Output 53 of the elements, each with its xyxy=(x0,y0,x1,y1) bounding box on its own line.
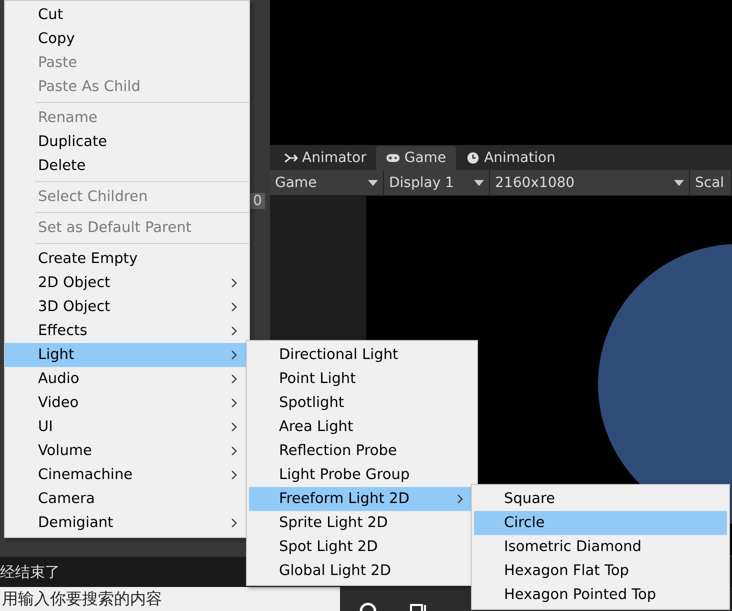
chevron-right-icon xyxy=(231,398,237,408)
status-text: 经结束了 xyxy=(0,562,60,582)
menu-item[interactable]: 2D Object xyxy=(5,271,249,295)
menu-item[interactable]: Video xyxy=(5,391,249,415)
editor-tab[interactable]: Animation xyxy=(456,146,566,170)
menu-item[interactable]: Cinemachine xyxy=(5,463,249,487)
editor-tab[interactable]: Animator xyxy=(274,146,376,170)
chevron-right-icon xyxy=(231,470,237,480)
caret-icon xyxy=(368,180,378,186)
menu-item[interactable]: Directional Light xyxy=(249,343,475,367)
menu-item[interactable]: Sprite Light 2D xyxy=(249,511,475,535)
menu-item[interactable]: Global Light 2D xyxy=(249,559,475,583)
menu-item[interactable]: Reflection Probe xyxy=(249,439,475,463)
caret-icon xyxy=(674,180,684,186)
menu-item[interactable]: Spot Light 2D xyxy=(249,535,475,559)
menu-item[interactable]: Circle xyxy=(474,511,727,535)
menu-item[interactable]: Audio xyxy=(5,367,249,391)
editor-tab[interactable]: Game xyxy=(376,146,456,170)
menu-item[interactable]: Effects xyxy=(5,319,249,343)
menu-item[interactable]: Cut xyxy=(5,3,249,27)
chevron-right-icon xyxy=(231,518,237,528)
chevron-right-icon xyxy=(231,350,237,360)
menu-item[interactable]: Copy xyxy=(5,27,249,51)
caret-icon xyxy=(474,180,484,186)
menu-item[interactable]: Duplicate xyxy=(5,130,249,154)
menu-item[interactable]: Volume xyxy=(5,439,249,463)
clock-icon xyxy=(466,152,480,164)
menu-item[interactable]: Light xyxy=(5,343,249,367)
menu-item[interactable]: Camera xyxy=(5,487,249,511)
menu-item[interactable]: UI xyxy=(5,415,249,439)
menu-item[interactable]: Hexagon Pointed Top xyxy=(474,583,727,607)
chevron-right-icon xyxy=(231,278,237,288)
menu-item[interactable]: Isometric Diamond xyxy=(474,535,727,559)
chevron-right-icon xyxy=(231,326,237,336)
search-field[interactable]: 用输入你要搜索的内容 xyxy=(0,587,340,611)
menu-item[interactable]: 3D Object xyxy=(5,295,249,319)
menu-item[interactable]: Area Light xyxy=(249,415,475,439)
animator-icon xyxy=(284,152,298,164)
chevron-right-icon xyxy=(231,446,237,456)
menu-item[interactable]: Create Empty xyxy=(5,247,249,271)
menu-item[interactable]: Square xyxy=(474,487,727,511)
chevron-right-icon xyxy=(231,374,237,384)
menu-item[interactable]: Light Probe Group xyxy=(249,463,475,487)
menu-item[interactable]: Hexagon Flat Top xyxy=(474,559,727,583)
gamepad-icon xyxy=(386,152,400,164)
menu-item[interactable]: Delete xyxy=(5,154,249,178)
chevron-right-icon xyxy=(231,422,237,432)
chevron-right-icon xyxy=(231,302,237,312)
menu-item[interactable]: Demigiant xyxy=(5,511,249,535)
menu-item[interactable]: Point Light xyxy=(249,367,475,391)
field-value: 0 xyxy=(250,193,265,209)
menu-item[interactable]: Spotlight xyxy=(249,391,475,415)
chevron-right-icon xyxy=(457,494,463,504)
